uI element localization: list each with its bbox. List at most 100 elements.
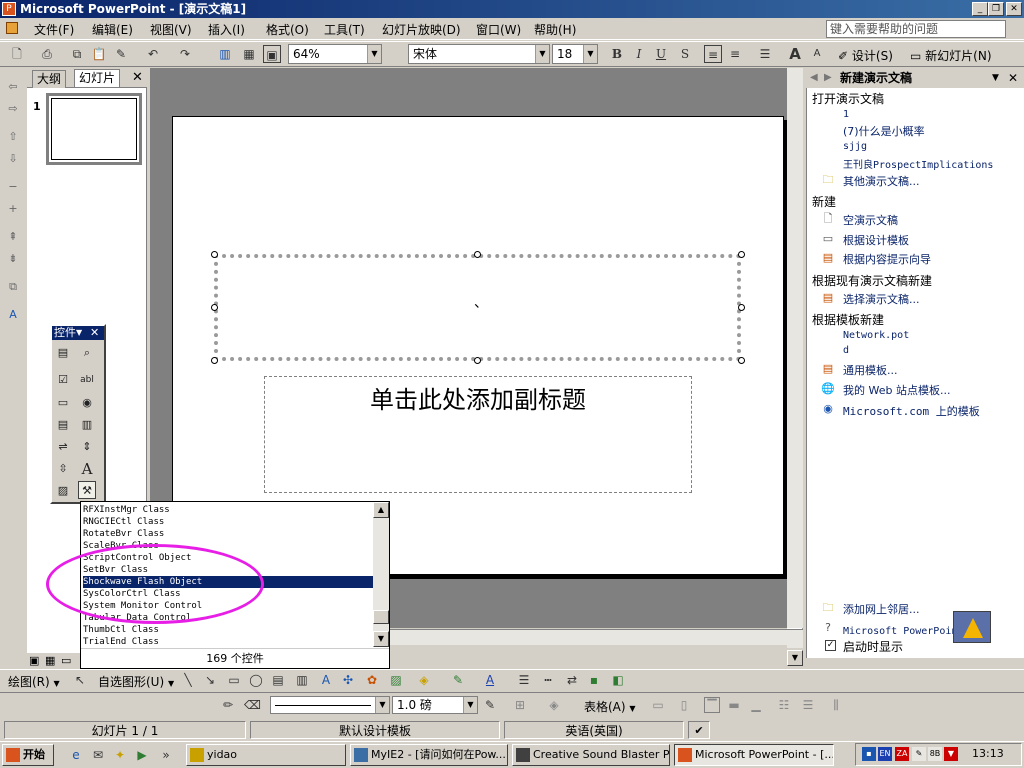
center-icon[interactable]: ≡ [726,45,744,63]
fill-color-icon[interactable]: ◈ [416,672,432,688]
quick-launch-icon[interactable]: ✦ [112,747,128,763]
slideshow-icon[interactable]: ▭ [61,654,71,667]
menu-slideshow[interactable]: 幻灯片放映(D) [382,21,461,38]
combobox-control-icon[interactable]: ▥ [78,416,96,434]
line-icon[interactable]: ╲ [180,672,196,688]
font-size-select[interactable]: 18 ▼ [552,44,598,64]
spin-button-control-icon[interactable]: ⇕ [78,438,96,456]
dash-style-icon[interactable]: ┅ [540,672,556,688]
merge-cells-icon[interactable]: ▭ [650,697,666,713]
restore-button[interactable]: ❐ [988,2,1004,16]
collapse-icon[interactable]: − [6,180,20,194]
menu-insert[interactable]: 插入(I) [208,21,245,38]
tab-slides[interactable]: 幻灯片 [74,69,121,87]
taskbar-item-active[interactable]: Microsoft PowerPoint - [... [674,744,834,766]
copy-icon[interactable]: ⧉ [68,45,86,63]
label-control-icon[interactable]: A [78,460,96,478]
outlook-icon[interactable]: ✉ [90,747,106,763]
align-top-icon[interactable]: ▔ [704,697,720,713]
add-network-place-link[interactable]: 添加网上邻居... [843,601,920,617]
distribute-columns-icon[interactable]: ☰ [800,697,816,713]
close-icon[interactable]: ✕ [1008,68,1018,88]
input-mode-icon[interactable]: 8B [928,747,942,761]
recent-file-link[interactable]: sjjg [843,141,867,152]
menu-file[interactable]: 文件(F) [34,21,74,38]
shadow-style-icon[interactable]: ▪ [586,672,602,688]
collapse-all-icon[interactable]: ⇞ [6,230,20,244]
arrow-style-icon[interactable]: ⇄ [564,672,580,688]
close-window-button[interactable]: ✕ [1006,2,1022,16]
normal-view-icon[interactable]: ▣ [29,654,39,667]
draw-menu-button[interactable]: 绘图(R) ▼ [8,673,60,690]
shadow-icon[interactable]: S [676,45,694,63]
table-menu-button[interactable]: 表格(A) ▼ [584,698,636,715]
show-at-startup-checkbox[interactable]: ✓ [825,640,836,651]
template-file-link[interactable]: d [843,345,849,356]
resize-handle[interactable] [211,357,218,364]
border-style-select[interactable]: ▼ [270,696,390,714]
taskbar-item[interactable]: MyIE2 - [请问如何在Pow... [350,744,508,766]
document-icon[interactable] [6,22,18,34]
scroll-thumb[interactable] [373,610,389,624]
insert-table-icon[interactable]: ▦ [240,45,258,63]
format-painter-icon[interactable]: ✎ [112,45,130,63]
draw-table-icon[interactable]: ✏ [220,697,236,713]
office-assistant-icon[interactable] [953,611,991,643]
vertical-scrollbar[interactable] [787,68,803,648]
font-select[interactable]: 宋体 ▼ [408,44,550,64]
option-button-control-icon[interactable]: ◉ [78,394,96,412]
rectangle-icon[interactable]: ▭ [226,672,242,688]
scroll-up-icon[interactable]: ▲ [373,502,389,518]
resize-handle[interactable] [211,304,218,311]
tab-outline[interactable]: 大纲 [32,70,67,88]
scroll-down-icon[interactable]: ▼ [373,631,389,647]
listbox-control-icon[interactable]: ▤ [54,416,72,434]
show-more-icon[interactable]: » [158,747,174,763]
move-up-icon[interactable]: ⇧ [6,130,20,144]
template-file-link[interactable]: Network.pot [843,330,909,341]
demote-icon[interactable]: ⇨ [6,102,20,116]
toggle-button-control-icon[interactable]: ⇌ [54,438,72,456]
design-template-link[interactable]: 根据设计模板 [843,232,909,248]
summary-slide-icon[interactable]: ⧉ [6,280,20,294]
expand-all-vertical-icon[interactable]: ⇟ [6,252,20,266]
web-templates-link[interactable]: 我的 Web 站点模板... [843,382,950,398]
menu-edit[interactable]: 编辑(E) [92,21,133,38]
resize-handle[interactable] [211,251,218,258]
diagram-icon[interactable]: ✣ [340,672,356,688]
taskbar-item[interactable]: Creative Sound Blaster P... [512,744,670,766]
promote-icon[interactable]: ⇦ [6,80,20,94]
chevron-down-icon[interactable]: ▼ [992,68,999,88]
back-icon[interactable]: ◀ [810,68,818,88]
underline-icon[interactable]: U [652,45,670,63]
recent-file-link[interactable]: (7)什么是小概率 [843,123,925,139]
vertical-textbox-icon[interactable]: ▥ [294,672,310,688]
scroll-down-icon[interactable]: ▼ [787,650,803,666]
properties-icon[interactable]: ▤ [54,344,72,362]
start-button[interactable]: 开始 [2,744,54,766]
menu-view[interactable]: 视图(V) [150,21,192,38]
show-formatting-icon[interactable]: A [6,308,20,322]
scrollbar-control-icon[interactable]: ⇳ [54,460,72,478]
chevron-down-icon[interactable]: ▼ [367,45,381,63]
textbox-icon[interactable]: ▤ [270,672,286,688]
new-icon[interactable]: 🗋 [8,45,26,63]
3d-style-icon[interactable]: ◧ [610,672,626,688]
bullets-icon[interactable]: ☰ [756,45,774,63]
menu-help[interactable]: 帮助(H) [534,21,576,38]
microsoft-templates-link[interactable]: Microsoft.com 上的模板 [843,403,980,419]
powerpoint-icon[interactable]: P [2,2,16,16]
taskbar-item[interactable]: yidao [186,744,346,766]
tray-app-icon[interactable]: ▪ [862,747,876,761]
clipart-icon[interactable]: ✿ [364,672,380,688]
menu-tools[interactable]: 工具(T) [324,21,365,38]
print-icon[interactable]: ⎙ [38,45,56,63]
slide-thumbnail[interactable] [46,93,142,165]
autocontent-wizard-link[interactable]: 根据内容提示向导 [843,251,931,267]
autoshapes-menu-button[interactable]: 自选图形(U) ▼ [98,673,174,690]
help-question-input[interactable]: 键入需要帮助的问题 [826,20,1006,38]
recent-file-link[interactable]: 王刊良ProspectImplications [843,156,993,171]
more-controls-icon[interactable]: ⚒ [78,481,96,499]
minimize-button[interactable]: _ [972,2,988,16]
zoom-select[interactable]: 64% ▼ [288,44,382,64]
